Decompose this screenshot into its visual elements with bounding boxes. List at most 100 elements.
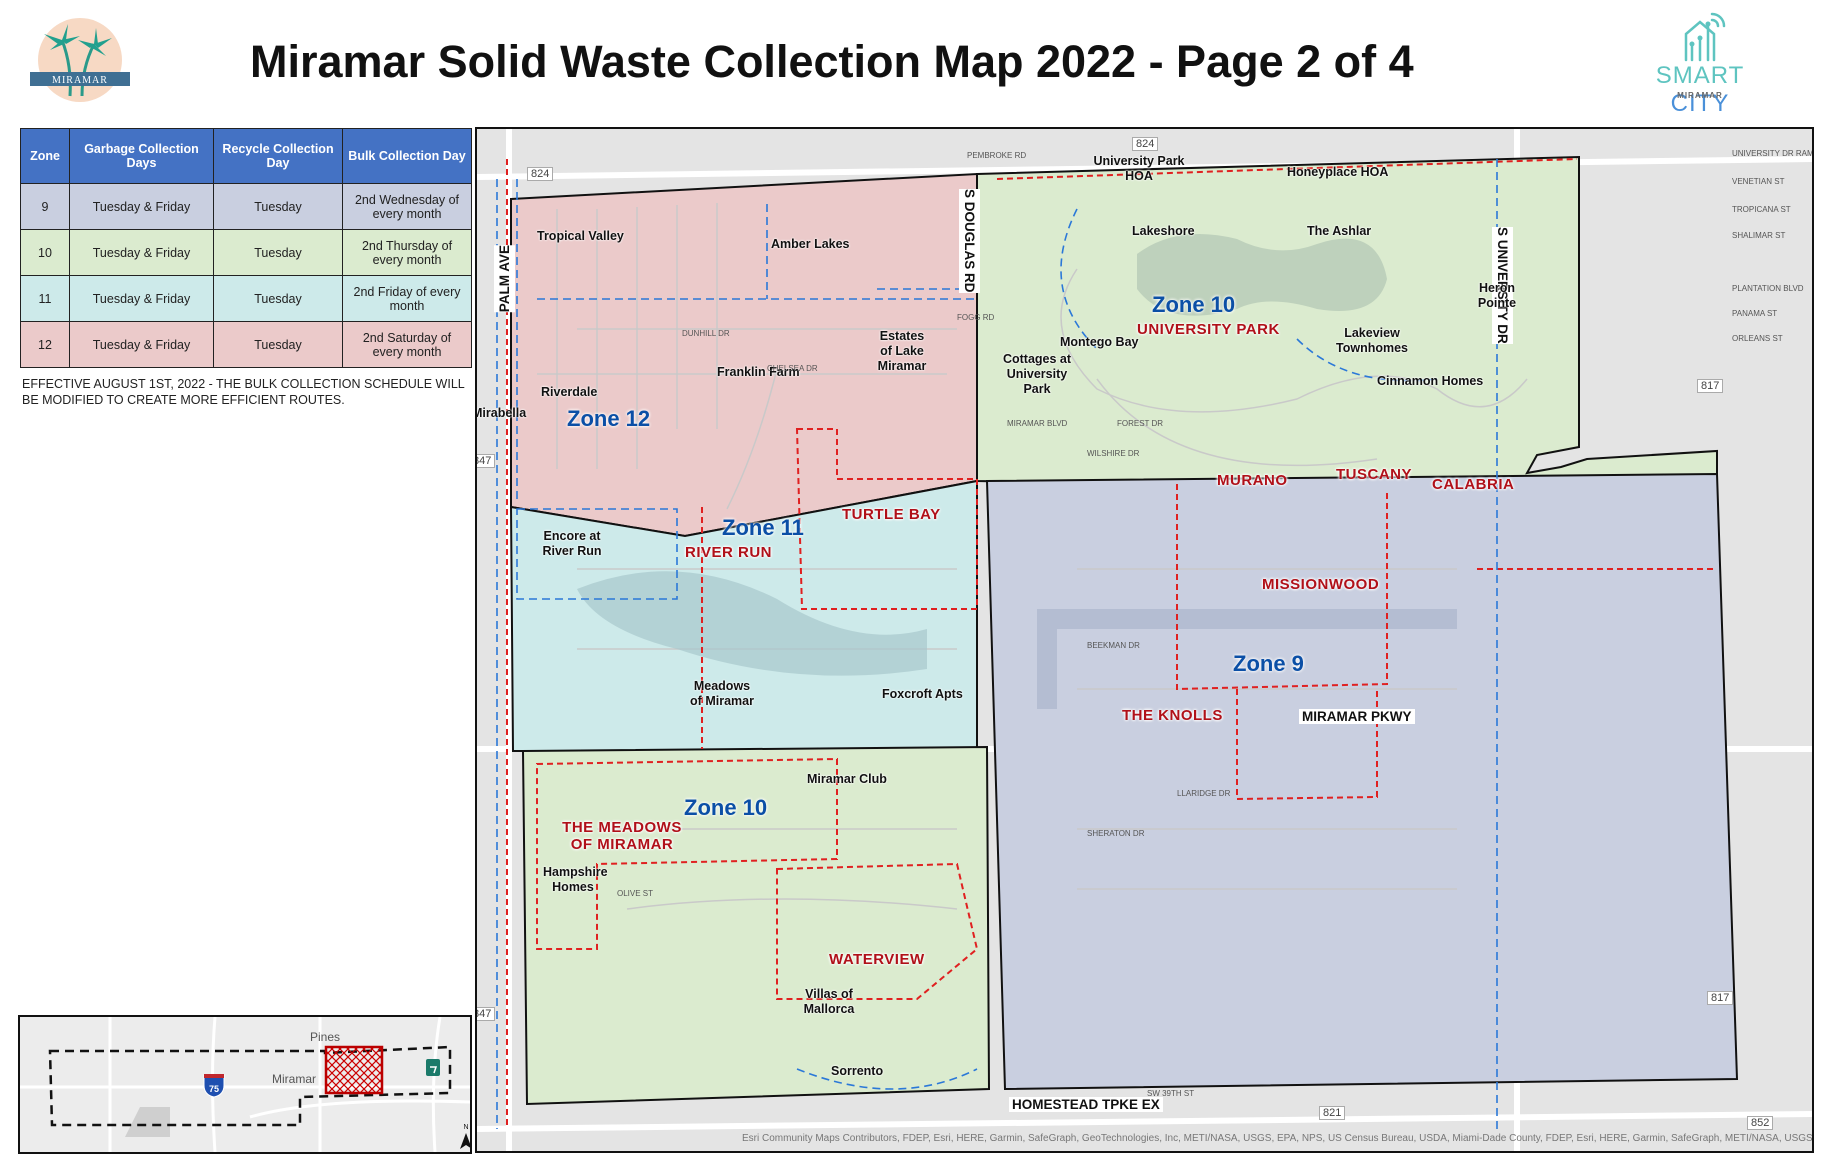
neighborhood-label: The Ashlar [1307,224,1372,238]
neighborhood-label: Lakeshore [1132,224,1195,238]
svg-text:N: N [463,1124,468,1131]
miramar-logo: MIRAMAR [30,16,130,106]
cell-bulk: 2nd Saturday of every month [342,321,472,368]
street-label: PANAMA ST [1732,309,1778,318]
svg-text:MIRAMAR: MIRAMAR [52,75,108,86]
cell-bulk: 2nd Thursday of every month [342,229,472,276]
neighborhood-label: University Park HOA [1093,154,1185,183]
road-label-s-douglas-rd: S DOUGLAS RD [959,189,980,293]
street-label: FOGG RD [957,313,995,322]
table-row: 11 Tuesday & Friday Tuesday 2nd Friday of e… [20,275,472,322]
neighborhood-label: Heron Pointe [1477,281,1517,310]
neighborhood-label: Montego Bay [1060,335,1139,349]
zone-label-12: Zone 12 [567,406,651,431]
cell-recycle: Tuesday [213,321,343,368]
street-label: VENETIAN ST [1732,177,1785,186]
route-shield-817: 817 [1697,379,1724,393]
neighborhood-label: Riverdale [541,385,598,399]
map-attribution: Esri Community Maps Contributors, FDEP, … [742,1133,1814,1144]
cell-bulk: 2nd Friday of every month [342,275,472,322]
interstate-75-shield-icon: 75 [203,1074,225,1098]
street-label: UNIVERSITY DR RAMP [1732,149,1814,158]
hoa-label-meadows-of-miramar: THE MEADOWS OF MIRAMAR [562,819,682,853]
cell-recycle: Tuesday [213,275,343,322]
neighborhood-label: Estates of Lake Miramar [877,329,927,373]
smart-city-logo: SMART CITY MIRAMAR [1630,8,1770,117]
neighborhood-label: Tropical Valley [537,229,624,243]
map-canvas [477,129,1812,1151]
neighborhood-label: Cottages at University Park [1002,352,1072,396]
cell-recycle: Tuesday [213,229,343,276]
zone-label-10-north: Zone 10 [1152,292,1236,317]
column-header-bulk: Bulk Collection Day [342,128,472,184]
hoa-label-waterview: WATERVIEW [829,951,925,968]
neighborhood-label: Hampshire Homes [543,865,608,894]
zone-9-area [985,472,1739,1091]
cell-zone: 9 [20,183,70,230]
street-label: PLANTATION BLVD [1732,284,1804,293]
bulk-schedule-notice: EFFECTIVE AUGUST 1ST, 2022 - THE BULK CO… [22,377,465,407]
zone-label-9: Zone 9 [1233,651,1304,676]
page-title: Miramar Solid Waste Collection Map 2022 … [250,36,1414,87]
street-label: LLARIDGE DR [1177,789,1231,798]
street-label: DUNHILL DR [682,329,730,338]
collection-schedule-table: Zone Garbage Collection Days Recycle Col… [20,128,472,368]
road-label-homestead-tpke: HOMESTEAD TPKE EX [1009,1097,1163,1112]
collection-map[interactable]: PALM AVE S DOUGLAS RD S UNIVERSITY DR MI… [475,127,1814,1153]
column-header-zone: Zone [20,128,70,184]
route-shield-817: 817 [1707,991,1734,1005]
neighborhood-label: Miramar Club [807,772,887,786]
street-label: TROPICANA ST [1732,205,1791,214]
hoa-label-murano: MURANO [1217,472,1288,489]
smart-city-subtitle: MIRAMAR [1677,91,1723,100]
street-label: OLIVE ST [617,889,654,898]
svg-text:75: 75 [209,1084,219,1094]
north-arrow-icon: N [460,1124,470,1149]
cell-bulk: 2nd Wednesday of every month [342,183,472,230]
smart-city-wordmark: SMART CITY [1655,62,1745,117]
inset-label-pines: Pines [310,1030,340,1044]
neighborhood-label: Mirabella [475,406,527,420]
cell-recycle: Tuesday [213,183,343,230]
route-shield-824: 824 [1132,137,1159,151]
neighborhood-label: Cinnamon Homes [1377,374,1484,388]
table-row: 9 Tuesday & Friday Tuesday 2nd Wednesday of… [20,183,472,230]
highlight-area-crosshatch [324,1045,384,1095]
neighborhood-label: Villas of Mallorca [803,987,855,1016]
route-shield-852: 852 [1747,1116,1774,1130]
hoa-label-turtle-bay: TURTLE BAY [842,506,941,523]
florida-turnpike-shield-icon [426,1059,440,1076]
street-label: CHELSEA DR [767,364,818,373]
hoa-label-the-knolls: THE KNOLLS [1122,707,1223,724]
cell-garbage: Tuesday & Friday [69,183,214,230]
hoa-label-university-park: UNIVERSITY PARK [1137,321,1280,338]
smart-city-house-wifi-icon [1684,12,1726,62]
route-shield-821: 821 [1319,1106,1346,1120]
cell-zone: 10 [20,229,70,276]
cell-zone: 12 [20,321,70,368]
street-label: PEMBROKE RD [967,151,1027,160]
cell-zone: 11 [20,275,70,322]
neighborhood-label: Meadows of Miramar [690,679,754,708]
route-shield-847: 847 [477,1007,496,1021]
hoa-label-calabria: CALABRIA [1432,476,1515,493]
table-header-row: Zone Garbage Collection Days Recycle Col… [20,128,472,184]
table-row: 10 Tuesday & Friday Tuesday 2nd Thursday of… [20,229,472,276]
column-header-garbage: Garbage Collection Days [69,128,214,184]
street-label: SHALIMAR ST [1732,231,1786,240]
hoa-label-missionwood: MISSIONWOOD [1262,576,1380,593]
neighborhood-label: Amber Lakes [771,237,850,251]
zone-label-11: Zone 11 [722,515,804,540]
route-shield-847: 847 [477,454,496,468]
street-label: SW 39TH ST [1147,1089,1195,1098]
route-shield-824: 824 [527,167,554,181]
zone-label-10-south: Zone 10 [684,795,768,820]
cell-garbage: Tuesday & Friday [69,321,214,368]
table-row: 12 Tuesday & Friday Tuesday 2nd Saturday of… [20,321,472,368]
road-label-palm-ave: PALM AVE [494,245,515,313]
palm-trees-logo-icon: MIRAMAR [30,18,130,102]
hoa-label-tuscany: TUSCANY [1336,466,1413,483]
street-label: MIRAMAR BLVD [1007,419,1068,428]
cell-garbage: Tuesday & Friday [69,275,214,322]
road-label-miramar-pkwy: MIRAMAR PKWY [1299,709,1415,724]
